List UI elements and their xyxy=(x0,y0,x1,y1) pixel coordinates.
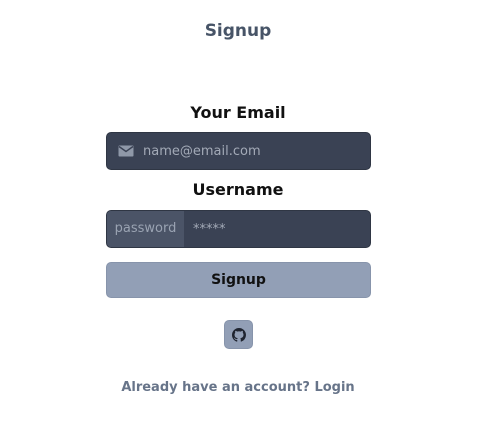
github-icon xyxy=(232,328,246,342)
email-label: Your Email xyxy=(190,103,286,122)
password-addon: password xyxy=(107,211,184,247)
mail-icon xyxy=(118,145,134,157)
email-input[interactable] xyxy=(143,133,365,169)
signup-page: Signup Your Email Username password Sign… xyxy=(0,0,496,444)
email-field-container xyxy=(106,132,371,170)
github-login-button[interactable] xyxy=(224,320,253,349)
login-link[interactable]: Already have an account? Login xyxy=(0,379,476,396)
signup-button[interactable]: Signup xyxy=(106,262,371,298)
password-field-container: password xyxy=(106,210,371,248)
password-input[interactable] xyxy=(193,211,363,247)
username-label: Username xyxy=(192,180,284,199)
page-title: Signup xyxy=(204,21,272,41)
